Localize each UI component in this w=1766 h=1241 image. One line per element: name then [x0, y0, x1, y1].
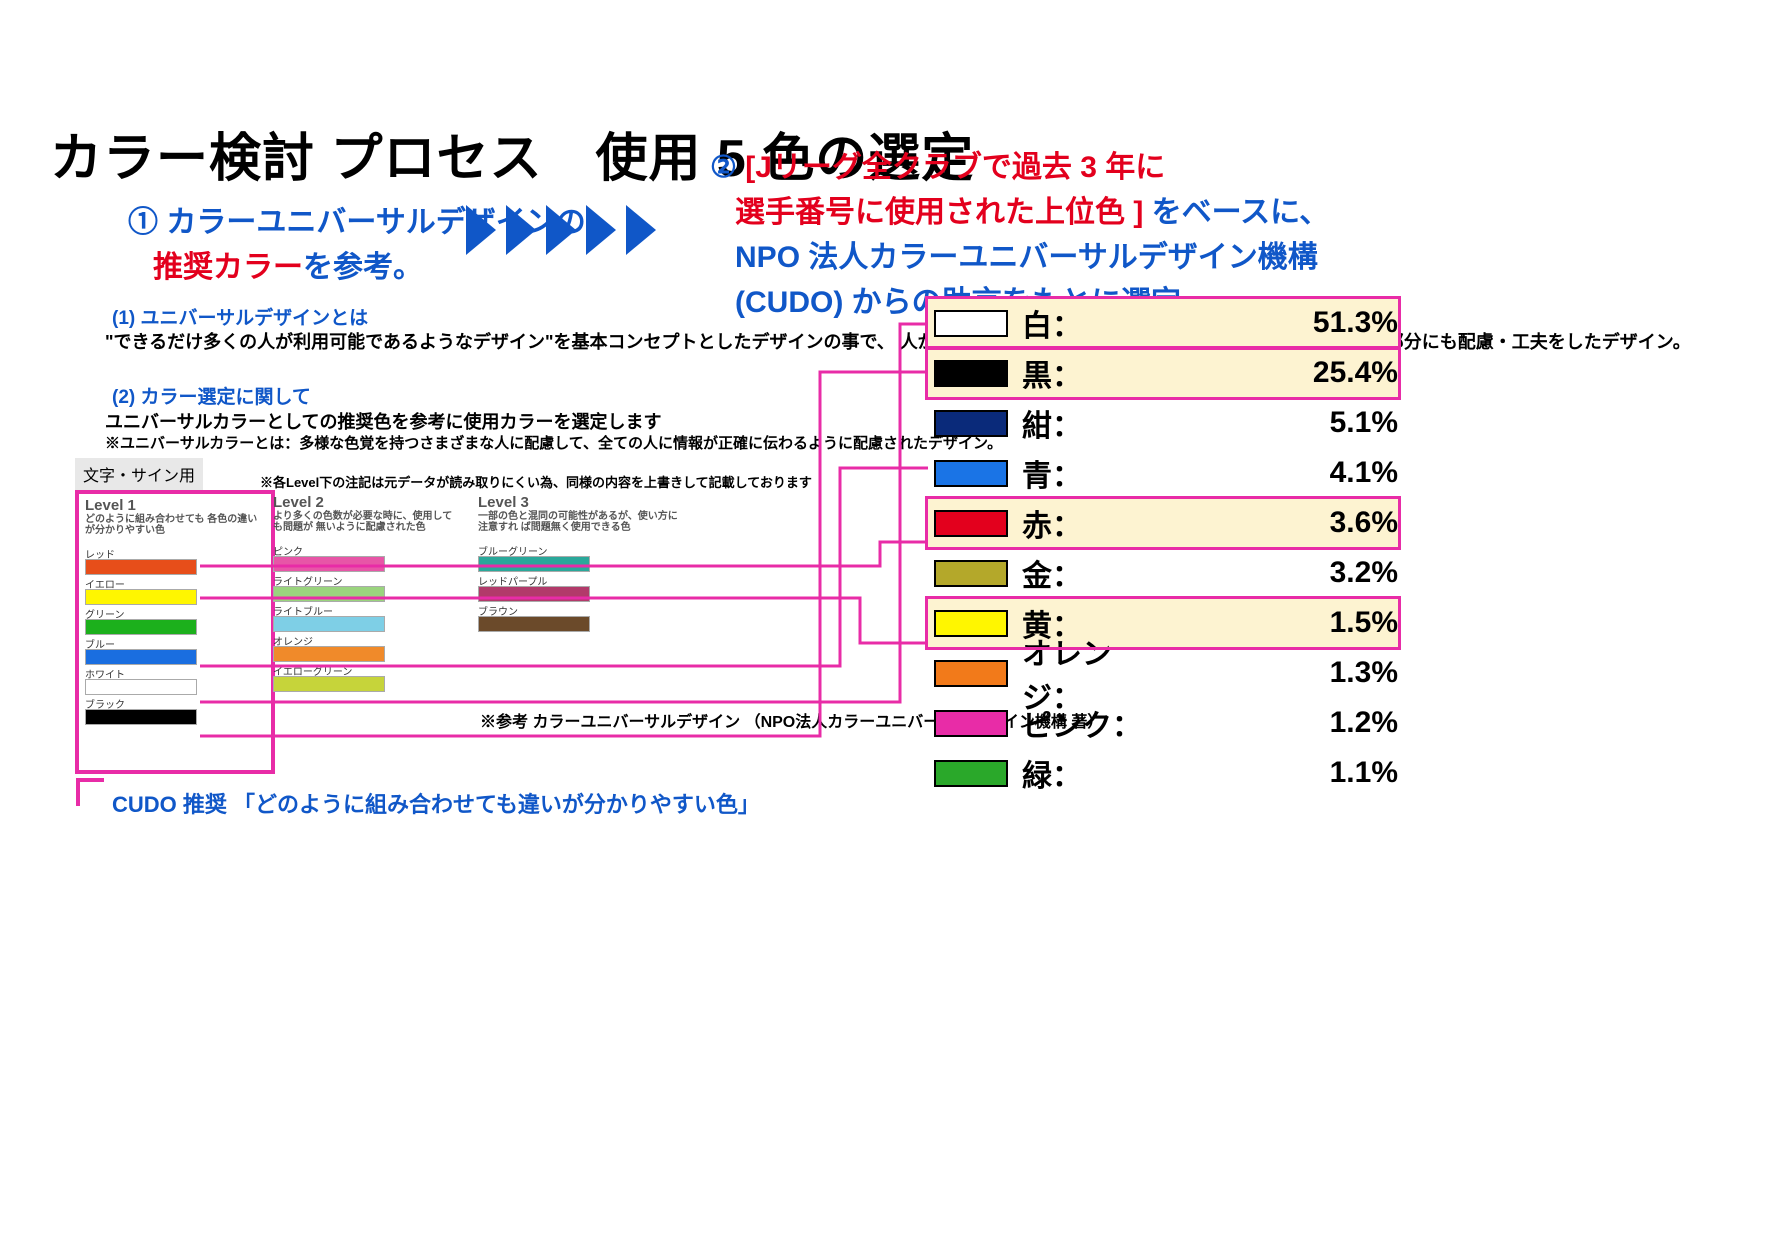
- rank-percent: 25.4%: [1152, 356, 1398, 390]
- corner-icon: [76, 778, 106, 813]
- chip-swatch: [85, 619, 197, 635]
- rank-row: ピンク：1.2%: [928, 699, 1398, 747]
- chip-swatch: [273, 676, 385, 692]
- chip-swatch: [85, 679, 197, 695]
- step1-l2a: 推奨カラー: [153, 251, 303, 284]
- step2-num: ②: [710, 151, 737, 184]
- color-chip: イエロー: [85, 576, 195, 596]
- color-chip: ホワイト: [85, 666, 195, 686]
- color-chip: ブルーグリーン: [478, 543, 588, 563]
- rank-name: ピンク：: [1022, 701, 1152, 745]
- rank-row: 黒：25.4%: [928, 349, 1398, 397]
- chip-swatch: [478, 556, 590, 572]
- rank-swatch: [934, 460, 1008, 487]
- chip-swatch: [273, 586, 385, 602]
- chip-swatch: [273, 556, 385, 572]
- rank-percent: 1.5%: [1152, 606, 1398, 640]
- rank-swatch: [934, 310, 1008, 337]
- chip-swatch: [478, 616, 590, 632]
- color-chip: イエローグリーン: [273, 663, 383, 683]
- step2-l1a: [Jリーグ全クラブで過去 3 年に: [745, 151, 1165, 184]
- step2-l1c: をベースに、: [1143, 196, 1329, 229]
- rank-row: 青：4.1%: [928, 449, 1398, 497]
- chip-swatch: [85, 559, 197, 575]
- color-ranking: 白：51.3%黒：25.4%紺：5.1%青：4.1%赤：3.6%金：3.2%黄：…: [928, 299, 1398, 799]
- color-chip: ブルー: [85, 636, 195, 656]
- rank-row: 赤：3.6%: [928, 499, 1398, 547]
- step1-num: ①: [128, 206, 158, 239]
- category-label: 文字・サイン用: [75, 458, 203, 490]
- rank-swatch: [934, 560, 1008, 587]
- level2-header: Level 2: [273, 494, 453, 511]
- rank-swatch: [934, 610, 1008, 637]
- chip-swatch: [85, 649, 197, 665]
- level1-sub: どのように組み合わせても 各色の違いが分かりやすい色: [85, 514, 265, 536]
- level2-sub: より多くの色数が必要な時に、使用しても問題が 無いように配慮された色: [273, 511, 453, 533]
- rank-row: 白：51.3%: [928, 299, 1398, 347]
- rank-swatch: [934, 360, 1008, 387]
- subhead-1: (1) ユニバーサルデザインとは: [112, 303, 368, 330]
- chip-swatch: [85, 709, 197, 725]
- color-chip: レッドパープル: [478, 573, 588, 593]
- color-chip: ピンク: [273, 543, 383, 563]
- level1-panel: Level 1 どのように組み合わせても 各色の違いが分かりやすい色 レッドイエ…: [75, 490, 275, 774]
- rank-name: 赤：: [1022, 501, 1152, 545]
- color-chip: レッド: [85, 546, 195, 566]
- rank-row: オレンジ：1.3%: [928, 649, 1398, 697]
- rank-name: 金：: [1022, 551, 1152, 595]
- rank-name: 緑：: [1022, 751, 1152, 795]
- chip-swatch: [478, 586, 590, 602]
- rank-swatch: [934, 760, 1008, 787]
- rank-percent: 3.6%: [1152, 506, 1398, 540]
- step2-l2: NPO 法人カラーユニバーサルデザイン機構: [735, 241, 1318, 274]
- level3-header: Level 3: [478, 494, 678, 511]
- color-chip: ライトグリーン: [273, 573, 383, 593]
- note-1: ※ユニバーサルカラーとは：多様な色覚を持つさまざまな人に配慮して、全ての人に情報…: [105, 432, 1002, 453]
- arrow-icon: [466, 205, 696, 255]
- rank-percent: 1.3%: [1152, 656, 1398, 690]
- levels-footnote: ※各Level下の注記は元データが読み取りにくい為、同様の内容を上書きして記載し…: [260, 472, 812, 491]
- rank-name: 白：: [1022, 301, 1152, 345]
- rank-row: 金：3.2%: [928, 549, 1398, 597]
- color-chip: ブラック: [85, 696, 195, 716]
- rank-percent: 51.3%: [1152, 306, 1398, 340]
- chip-swatch: [273, 646, 385, 662]
- rank-percent: 1.1%: [1152, 756, 1398, 790]
- rank-name: 紺：: [1022, 401, 1152, 445]
- rank-percent: 5.1%: [1152, 406, 1398, 440]
- rank-name: 青：: [1022, 451, 1152, 495]
- level1-header: Level 1: [85, 497, 265, 514]
- level3-sub: 一部の色と混同の可能性があるが、使い方に注意すれ ば問題無く使用できる色: [478, 511, 678, 533]
- subhead-2: (2) カラー選定に関して: [112, 382, 311, 409]
- rank-percent: 1.2%: [1152, 706, 1398, 740]
- rank-name: 黒：: [1022, 351, 1152, 395]
- step2-l1b: 選手番号に使用された上位色 ]: [735, 196, 1143, 229]
- rank-row: 紺：5.1%: [928, 399, 1398, 447]
- rank-swatch: [934, 410, 1008, 437]
- rank-percent: 4.1%: [1152, 456, 1398, 490]
- rank-swatch: [934, 660, 1008, 687]
- body-2: ユニバーサルカラーとしての推奨色を参考に使用カラーを選定します: [105, 408, 662, 434]
- cudo-caption: CUDO 推奨 「どのように組み合わせても違いが分かりやすい色」: [112, 787, 760, 819]
- color-chip: ブラウン: [478, 603, 588, 623]
- rank-row: 黄：1.5%: [928, 599, 1398, 647]
- rank-row: 緑：1.1%: [928, 749, 1398, 797]
- chip-swatch: [273, 616, 385, 632]
- body-1: "できるだけ多くの人が利用可能であるようなデザイン"を基本コンセプトとしたデザイ…: [105, 330, 1691, 355]
- step1-l2b: を参考。: [303, 251, 423, 284]
- step2-heading: ② [Jリーグ全クラブで過去 3 年に 選手番号に使用された上位色 ] をベース…: [710, 145, 1329, 325]
- color-chip: ライトブルー: [273, 603, 383, 623]
- rank-swatch: [934, 510, 1008, 537]
- rank-percent: 3.2%: [1152, 556, 1398, 590]
- level3-panel: Level 3 一部の色と混同の可能性があるが、使い方に注意すれ ば問題無く使用…: [478, 494, 678, 623]
- chip-swatch: [85, 589, 197, 605]
- level2-panel: Level 2 より多くの色数が必要な時に、使用しても問題が 無いように配慮され…: [273, 494, 453, 683]
- rank-swatch: [934, 710, 1008, 737]
- color-chip: グリーン: [85, 606, 195, 626]
- color-chip: オレンジ: [273, 633, 383, 653]
